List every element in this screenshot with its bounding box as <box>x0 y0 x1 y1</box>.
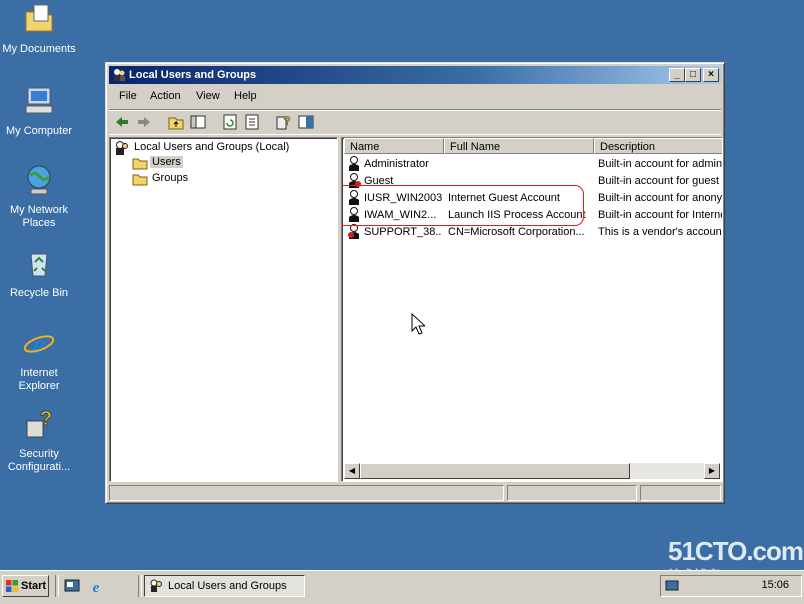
network-globe-icon <box>27 165 51 195</box>
help-icon[interactable]: ? <box>275 113 293 131</box>
column-header-description[interactable]: Description <box>594 138 722 154</box>
up-folder-icon[interactable] <box>167 113 185 131</box>
system-tray: 15:06 <box>660 575 802 597</box>
back-arrow-icon[interactable] <box>113 113 131 131</box>
menu-bar: File Action View Help <box>109 87 721 107</box>
desktop-icon-label: My Documents <box>2 43 76 55</box>
export-list-icon[interactable] <box>243 113 261 131</box>
status-pane-1 <box>109 485 504 501</box>
minimize-button[interactable]: _ <box>669 68 685 82</box>
svg-text:e: e <box>93 580 100 594</box>
tree-root[interactable]: Local Users and Groups (Local) <box>134 141 289 153</box>
user-icon <box>349 156 359 171</box>
folder-open-icon <box>132 158 148 170</box>
row-description: This is a vendor's account <box>598 226 723 238</box>
internet-explorer-icon: e <box>23 328 55 361</box>
users-app-icon <box>114 69 125 81</box>
show-tree-icon[interactable] <box>189 113 207 131</box>
title-bar[interactable]: Local Users and Groups _ □ × <box>109 66 721 84</box>
tray-network-icon[interactable] <box>665 579 679 593</box>
row-full-name: CN=Microsoft Corporation... <box>448 226 585 238</box>
folder-icon <box>132 174 148 186</box>
properties-icon[interactable] <box>297 113 315 131</box>
watermark-text: 51CTO.com <box>668 536 804 566</box>
row-name: Administrator <box>364 158 429 170</box>
tree-item-users[interactable]: Users <box>150 156 183 168</box>
start-label: Start <box>21 580 47 592</box>
window-title: Local Users and Groups <box>129 69 257 81</box>
show-desktop-icon[interactable] <box>64 578 80 594</box>
clock[interactable]: 15:06 <box>761 579 789 591</box>
local-users-groups-window: Local Users and Groups _ □ × File Action… <box>105 62 725 504</box>
desktop-icon-label: Security Configurati... <box>7 448 71 473</box>
users-group-icon <box>116 141 128 155</box>
user-disabled-icon <box>348 224 359 239</box>
desktop-icon-label: Recycle Bin <box>9 287 69 299</box>
svg-text:?: ? <box>40 408 52 430</box>
status-pane-2 <box>507 485 637 501</box>
tree-item-groups[interactable]: Groups <box>152 172 188 184</box>
menu-file[interactable]: File <box>119 90 137 102</box>
status-bar <box>109 485 721 501</box>
row-description: Built-in account for anonyr <box>598 192 723 204</box>
forward-arrow-icon[interactable] <box>135 113 153 131</box>
desktop-icon-my-computer[interactable]: My Computer <box>0 84 78 138</box>
menu-action[interactable]: Action <box>150 90 181 102</box>
desktop-icon-my-network-places[interactable]: My Network Places <box>0 163 78 230</box>
status-pane-3 <box>640 485 721 501</box>
menu-view[interactable]: View <box>196 90 220 102</box>
security-configuration-icon: ? <box>26 408 52 438</box>
menu-help[interactable]: Help <box>234 90 257 102</box>
maximize-button[interactable]: □ <box>685 68 701 82</box>
row-description: Built-in account for admini <box>598 158 723 170</box>
taskbar-divider <box>138 575 142 597</box>
windows-logo-icon <box>6 580 18 592</box>
highlight-annotation <box>342 185 584 226</box>
close-button[interactable]: × <box>703 68 719 82</box>
tree-pane: Local Users and Groups (Local) Users Gro… <box>109 137 338 482</box>
desktop-icon-label: My Network Places <box>9 204 69 229</box>
scroll-right-icon[interactable]: ▶ <box>704 463 720 479</box>
taskbar: Start e Local Users and Groups 15:06 <box>0 570 804 604</box>
desktop-icon-security-configuration[interactable]: ? Security Configurati... <box>0 407 78 474</box>
toolbar: ? <box>109 109 721 135</box>
mouse-cursor-icon <box>411 313 425 335</box>
svg-text:e: e <box>32 328 45 360</box>
svg-text:?: ? <box>283 114 290 128</box>
desktop-icon-recycle-bin[interactable]: Recycle Bin <box>0 246 78 300</box>
row-description: Built-in account for guest a <box>598 175 723 187</box>
folder-documents-icon <box>25 4 53 32</box>
list-pane: Name Full Name Description Administrator… <box>341 137 723 482</box>
users-app-icon <box>150 579 162 592</box>
desktop-icon-label: My Computer <box>5 125 73 137</box>
column-header-name[interactable]: Name <box>344 138 444 154</box>
ie-quicklaunch-icon[interactable]: e <box>88 578 104 594</box>
taskbar-divider <box>55 575 59 597</box>
desktop-icon-internet-explorer[interactable]: e Internet Explorer <box>0 326 78 393</box>
scroll-thumb[interactable] <box>360 463 630 479</box>
computer-icon <box>25 87 53 114</box>
row-name: SUPPORT_38... <box>364 226 442 238</box>
column-header-full-name[interactable]: Full Name <box>444 138 594 154</box>
row-description: Built-in account for Interne <box>598 209 723 221</box>
scroll-left-icon[interactable]: ◀ <box>344 463 360 479</box>
taskbar-button-label: Local Users and Groups <box>168 580 287 592</box>
start-button[interactable]: Start <box>2 575 49 597</box>
recycle-bin-icon <box>30 253 48 277</box>
refresh-icon[interactable] <box>221 113 239 131</box>
desktop-icon-my-documents[interactable]: My Documents <box>0 2 78 56</box>
desktop-icon-label: Internet Explorer <box>18 367 60 392</box>
horizontal-scrollbar[interactable]: ◀ ▶ <box>344 463 720 479</box>
taskbar-button-local-users[interactable]: Local Users and Groups <box>144 575 305 597</box>
